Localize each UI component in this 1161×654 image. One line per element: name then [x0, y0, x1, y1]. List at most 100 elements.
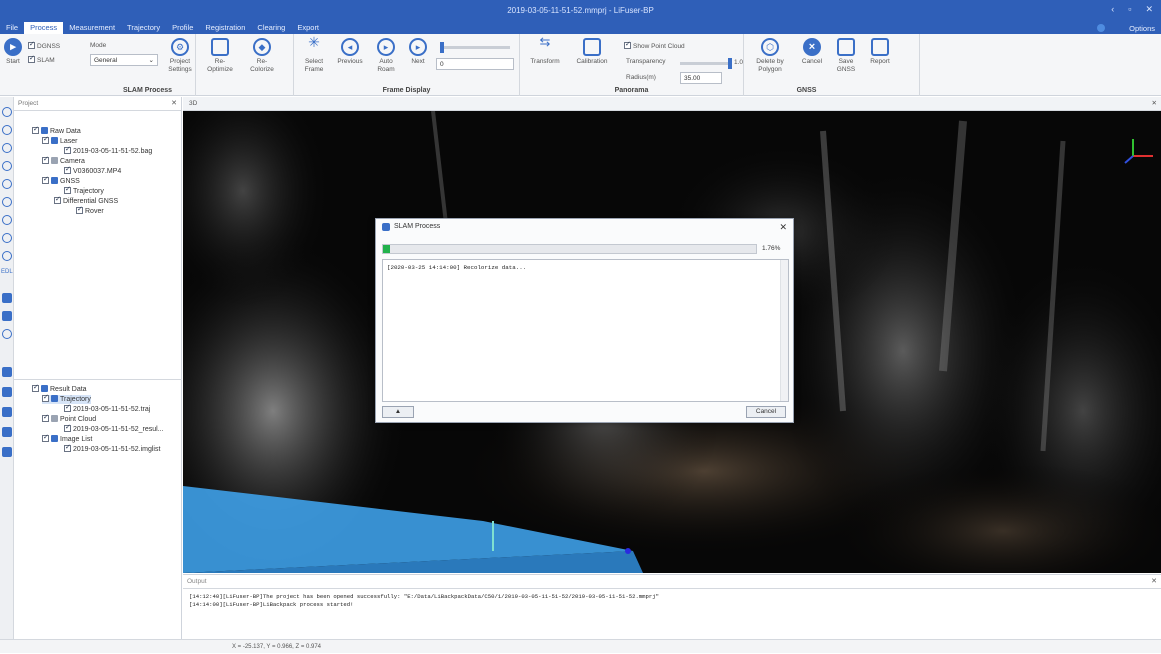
tool-icon[interactable]: [2, 143, 12, 153]
tree-node-camera[interactable]: Camera: [42, 155, 85, 166]
log-scrollbar[interactable]: [780, 260, 788, 401]
select-frame-button[interactable]: ✳ Select Frame: [298, 35, 330, 74]
menu-measurement[interactable]: Measurement: [63, 22, 121, 34]
tree-node-laser-file[interactable]: 2019-03-05-11-51-52.bag: [64, 145, 152, 156]
tree-node-differential-gnss[interactable]: Differential GNSS: [54, 195, 118, 206]
tree-node-result-data[interactable]: Result Data: [32, 383, 87, 394]
menu-registration[interactable]: Registration: [199, 22, 251, 34]
menu-bar: File Process Measurement Trajectory Prof…: [0, 22, 325, 34]
maximize-button[interactable]: ▫: [1128, 4, 1131, 15]
tool-icon[interactable]: [2, 329, 12, 339]
tool-icon[interactable]: [2, 293, 12, 303]
viewport-close-icon[interactable]: ✕: [1152, 97, 1157, 111]
camera-file-checkbox[interactable]: [64, 165, 71, 174]
start-button[interactable]: ▸ Start: [2, 38, 24, 66]
tree-node-gnss[interactable]: GNSS: [42, 175, 80, 186]
edl-button[interactable]: EDL: [1, 269, 13, 275]
frame-slider-handle[interactable]: [440, 42, 444, 53]
panel-divider[interactable]: [14, 379, 182, 380]
show-point-cloud-option[interactable]: Show Point Cloud: [624, 40, 685, 50]
viewport-tab-bar: 3D ✕: [183, 97, 1161, 111]
tool-icon[interactable]: [2, 251, 12, 261]
theme-dot-icon[interactable]: [1097, 24, 1105, 32]
tool-icon[interactable]: [2, 447, 12, 457]
differential-gnss-checkbox[interactable]: [54, 195, 61, 204]
tree-node-trajectory-file[interactable]: 2019-03-05-11-51-52.traj: [64, 403, 150, 414]
auto-roam-button[interactable]: ▸ Auto Roam: [370, 38, 402, 74]
tree-node-laser[interactable]: Laser: [42, 135, 78, 146]
menu-trajectory[interactable]: Trajectory: [121, 22, 166, 34]
gnss-cancel-button[interactable]: × Cancel: [796, 38, 828, 66]
tree-node-point-cloud-file[interactable]: 2019-03-05-11-51-52_resul...: [64, 423, 164, 434]
radius-input[interactable]: 35.00: [680, 72, 722, 84]
laser-checkbox[interactable]: [42, 135, 49, 144]
close-button[interactable]: ✕: [1145, 4, 1153, 15]
tool-icon[interactable]: [2, 311, 12, 321]
frame-slider[interactable]: [440, 42, 510, 53]
tree-node-image-list-file[interactable]: 2019-03-05-11-51-52.imglist: [64, 443, 160, 454]
tree-node-rover[interactable]: Rover: [76, 205, 104, 216]
transform-button[interactable]: ⇆ Transform: [526, 35, 564, 66]
menu-export[interactable]: Export: [291, 22, 325, 34]
previous-button[interactable]: ◂ Previous: [334, 38, 366, 66]
image-list-file-checkbox[interactable]: [64, 443, 71, 452]
save-gnss-button[interactable]: Save GNSS: [830, 38, 862, 74]
result-trajectory-checkbox[interactable]: [42, 393, 49, 402]
tree-node-camera-file[interactable]: V0360037.MP4: [64, 165, 121, 176]
expand-button[interactable]: ▲: [382, 406, 414, 418]
mode-select[interactable]: General ⌄: [90, 54, 158, 66]
tool-icon[interactable]: [2, 107, 12, 117]
dgnss-option[interactable]: DGNSS: [28, 40, 60, 50]
panel-close-icon[interactable]: ✕: [171, 97, 177, 111]
tree-node-trajectory[interactable]: Trajectory: [64, 185, 104, 196]
tool-icon[interactable]: [2, 387, 12, 397]
point-cloud-file-checkbox[interactable]: [64, 423, 71, 432]
calibration-button[interactable]: Calibration: [572, 38, 612, 66]
trajectory-file-checkbox[interactable]: [64, 403, 71, 412]
transparency-slider-handle[interactable]: [728, 58, 732, 69]
trajectory-checkbox[interactable]: [64, 185, 71, 194]
menu-profile[interactable]: Profile: [166, 22, 199, 34]
tool-icon[interactable]: [2, 161, 12, 171]
point-cloud-checkbox[interactable]: [42, 413, 49, 422]
next-button[interactable]: ▸ Next: [402, 38, 434, 66]
show-point-cloud-checkbox[interactable]: [624, 40, 631, 49]
slam-option[interactable]: SLAM: [28, 54, 55, 64]
tool-icon[interactable]: [2, 179, 12, 189]
tool-icon[interactable]: [2, 427, 12, 437]
rover-checkbox[interactable]: [76, 205, 83, 214]
tool-icon[interactable]: [2, 367, 12, 377]
options-menu[interactable]: Options: [1129, 24, 1155, 33]
tool-icon[interactable]: [2, 407, 12, 417]
minimize-button[interactable]: ‹: [1111, 4, 1114, 15]
raw-data-checkbox[interactable]: [32, 125, 39, 134]
output-panel: Output ✕ [14:12:40][LiFuser-BP]The proje…: [183, 574, 1161, 639]
image-list-checkbox[interactable]: [42, 433, 49, 442]
tree-node-raw-data[interactable]: Raw Data: [32, 125, 81, 136]
transparency-slider[interactable]: [680, 58, 732, 69]
tool-icon[interactable]: [2, 125, 12, 135]
result-data-checkbox[interactable]: [32, 383, 39, 392]
re-optimize-button[interactable]: Re-Optimize: [204, 38, 236, 74]
output-close-icon[interactable]: ✕: [1151, 575, 1157, 589]
tool-icon[interactable]: [2, 197, 12, 207]
frame-input[interactable]: 0: [436, 58, 514, 70]
camera-checkbox[interactable]: [42, 155, 49, 164]
menu-process[interactable]: Process: [24, 22, 64, 34]
gnss-group-label: GNSS: [796, 87, 817, 94]
re-colorize-button[interactable]: ◆ Re-Colorize: [246, 38, 278, 74]
tab-3d[interactable]: 3D: [189, 100, 197, 107]
cancel-button[interactable]: Cancel: [746, 406, 786, 418]
dgnss-checkbox[interactable]: [28, 40, 35, 49]
slam-checkbox[interactable]: [28, 54, 35, 63]
gnss-checkbox[interactable]: [42, 175, 49, 184]
delete-by-polygon-button[interactable]: ⬡ Delete by Polygon: [750, 38, 790, 74]
project-settings-button[interactable]: ⚙ Project Settings: [164, 38, 196, 74]
tool-icon[interactable]: [2, 215, 12, 225]
menu-clearing[interactable]: Clearing: [251, 22, 291, 34]
dialog-close-icon[interactable]: ✕: [779, 219, 787, 235]
report-button[interactable]: Report: [864, 38, 896, 66]
menu-file[interactable]: File: [0, 22, 24, 34]
tool-icon[interactable]: [2, 233, 12, 243]
laser-file-checkbox[interactable]: [64, 145, 71, 154]
